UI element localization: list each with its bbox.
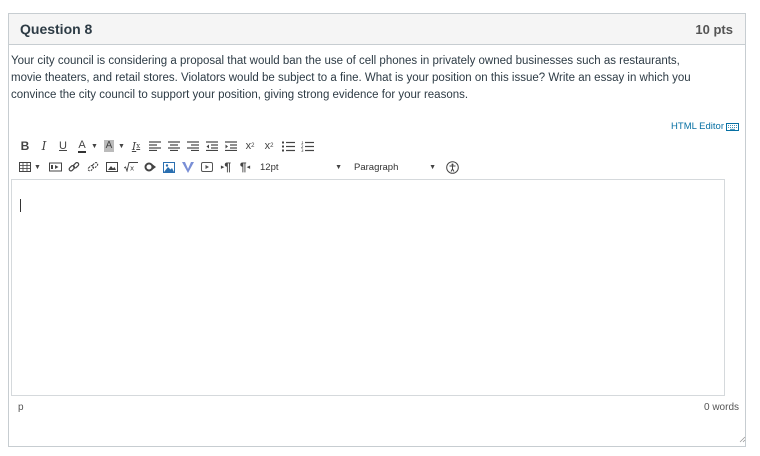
editor-toolbar-row-2: ▼ x ▸ ¶ ¶ ◂ 12pt ▼ Paragraph ▼ <box>17 157 463 177</box>
link-icon <box>68 161 80 172</box>
numbered-list-button[interactable]: 123 <box>299 137 315 155</box>
link-button[interactable] <box>66 158 82 176</box>
embed-image-button[interactable] <box>161 158 177 176</box>
ltr-button[interactable]: ▸ ¶ <box>218 158 234 176</box>
math-equation-button[interactable]: x <box>123 158 139 176</box>
chevron-down-icon: ▼ <box>91 142 98 150</box>
block-format-select[interactable]: Paragraph ▼ <box>354 158 436 176</box>
question-prompt: Your city council is considering a propo… <box>11 55 691 101</box>
keyboard-icon <box>726 123 739 131</box>
font-color-button[interactable]: A <box>74 137 90 155</box>
paragraph-ltr-icon: ¶ <box>224 160 232 174</box>
bold-button[interactable]: B <box>17 137 33 155</box>
italic-button[interactable]: I <box>36 137 52 155</box>
block-format-value: Paragraph <box>354 161 399 173</box>
font-size-select[interactable]: 12pt ▼ <box>260 158 342 176</box>
svg-text:3: 3 <box>301 148 304 152</box>
rtl-button[interactable]: ¶ ◂ <box>237 158 253 176</box>
chevron-down-icon: ▼ <box>335 163 342 171</box>
chevron-down-icon: ▼ <box>118 142 125 150</box>
table-button[interactable] <box>17 158 33 176</box>
essay-editor[interactable] <box>11 179 725 396</box>
question-header: Question 8 10 pts <box>9 14 745 45</box>
lti-tools-button[interactable] <box>142 158 158 176</box>
media-icon <box>48 162 62 172</box>
outdent-button[interactable] <box>204 137 220 155</box>
v-logo-icon <box>182 161 194 173</box>
chevron-down-icon: ▼ <box>34 163 41 171</box>
question-title: Question 8 <box>20 21 93 37</box>
media-button[interactable] <box>47 158 63 176</box>
text-cursor <box>20 199 21 212</box>
bullet-list-icon <box>281 141 295 151</box>
image-icon <box>106 162 118 172</box>
equella-button[interactable] <box>180 158 196 176</box>
plug-icon <box>144 162 156 172</box>
font-size-value: 12pt <box>260 161 279 173</box>
chevron-down-icon: ▼ <box>429 163 436 171</box>
subscript-button[interactable]: x2 <box>261 137 277 155</box>
youtube-embed-button[interactable] <box>199 158 215 176</box>
table-icon <box>19 162 31 172</box>
bullet-list-button[interactable] <box>280 137 296 155</box>
background-color-icon: A <box>103 140 115 152</box>
element-path[interactable]: p <box>18 402 24 413</box>
indent-icon <box>225 141 237 151</box>
align-center-button[interactable] <box>166 137 182 155</box>
outdent-icon <box>206 141 218 151</box>
font-color-dropdown[interactable]: ▼ <box>90 137 98 155</box>
html-editor-link[interactable]: HTML Editor <box>671 121 739 132</box>
indent-button[interactable] <box>223 137 239 155</box>
table-dropdown[interactable]: ▼ <box>33 158 41 176</box>
align-left-icon <box>149 141 161 151</box>
editor-toolbar-row-1: B I U A ▼ A ▼ Ix x2 x2 123 <box>17 136 318 156</box>
align-right-icon <box>187 141 199 151</box>
unlink-button[interactable] <box>85 158 101 176</box>
question-points: 10 pts <box>695 21 733 37</box>
background-color-button[interactable]: A <box>101 137 117 155</box>
video-icon <box>201 162 213 172</box>
image-button[interactable] <box>104 158 120 176</box>
clear-formatting-button[interactable]: Ix <box>128 137 144 155</box>
superscript-button[interactable]: x2 <box>242 137 258 155</box>
font-color-icon: A <box>78 138 86 153</box>
math-sqrt-icon: x <box>124 162 138 172</box>
underline-button[interactable]: U <box>55 137 71 155</box>
unlink-icon <box>87 162 99 172</box>
picture-icon <box>163 161 175 173</box>
resize-grip-icon[interactable] <box>738 435 746 443</box>
paragraph-rtl-icon: ¶ <box>239 160 247 174</box>
align-right-button[interactable] <box>185 137 201 155</box>
word-count: 0 words <box>703 402 739 413</box>
numbered-list-icon: 123 <box>301 141 314 152</box>
accessibility-checker-button[interactable] <box>444 158 460 176</box>
html-editor-label: HTML Editor <box>671 121 724 132</box>
align-center-icon <box>168 141 180 151</box>
svg-text:x: x <box>130 165 134 173</box>
accessibility-icon <box>445 160 459 174</box>
align-left-button[interactable] <box>147 137 163 155</box>
background-color-dropdown[interactable]: ▼ <box>117 137 125 155</box>
